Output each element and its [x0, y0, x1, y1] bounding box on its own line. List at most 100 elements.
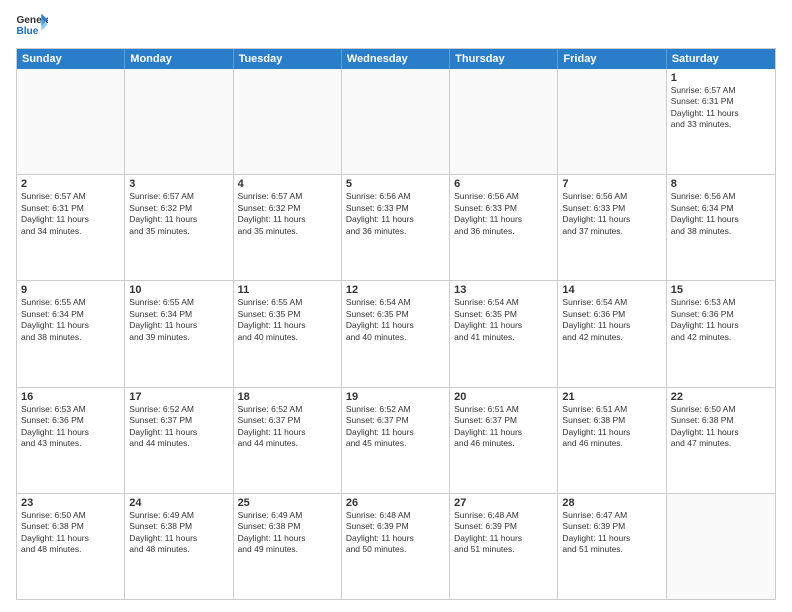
week-row-4: 23Sunrise: 6:50 AM Sunset: 6:38 PM Dayli… — [17, 494, 775, 599]
calendar-cell: 21Sunrise: 6:51 AM Sunset: 6:38 PM Dayli… — [558, 388, 666, 493]
calendar-cell: 27Sunrise: 6:48 AM Sunset: 6:39 PM Dayli… — [450, 494, 558, 599]
cell-day-number: 6 — [454, 178, 553, 190]
cell-info: Sunrise: 6:52 AM Sunset: 6:37 PM Dayligh… — [238, 404, 337, 450]
calendar-cell: 1Sunrise: 6:57 AM Sunset: 6:31 PM Daylig… — [667, 69, 775, 174]
week-row-0: 1Sunrise: 6:57 AM Sunset: 6:31 PM Daylig… — [17, 69, 775, 175]
calendar-cell: 5Sunrise: 6:56 AM Sunset: 6:33 PM Daylig… — [342, 175, 450, 280]
calendar-cell: 25Sunrise: 6:49 AM Sunset: 6:38 PM Dayli… — [234, 494, 342, 599]
cell-day-number: 11 — [238, 284, 337, 296]
cell-day-number: 26 — [346, 497, 445, 509]
calendar-cell: 13Sunrise: 6:54 AM Sunset: 6:35 PM Dayli… — [450, 281, 558, 386]
cell-day-number: 22 — [671, 391, 771, 403]
calendar-cell: 8Sunrise: 6:56 AM Sunset: 6:34 PM Daylig… — [667, 175, 775, 280]
calendar-cell: 17Sunrise: 6:52 AM Sunset: 6:37 PM Dayli… — [125, 388, 233, 493]
cell-info: Sunrise: 6:48 AM Sunset: 6:39 PM Dayligh… — [346, 510, 445, 556]
cell-day-number: 23 — [21, 497, 120, 509]
day-headers: SundayMondayTuesdayWednesdayThursdayFrid… — [17, 49, 775, 69]
cell-info: Sunrise: 6:57 AM Sunset: 6:32 PM Dayligh… — [129, 191, 228, 237]
cell-info: Sunrise: 6:56 AM Sunset: 6:33 PM Dayligh… — [454, 191, 553, 237]
cell-day-number: 17 — [129, 391, 228, 403]
calendar-cell: 26Sunrise: 6:48 AM Sunset: 6:39 PM Dayli… — [342, 494, 450, 599]
calendar-cell: 15Sunrise: 6:53 AM Sunset: 6:36 PM Dayli… — [667, 281, 775, 386]
calendar-cell — [342, 69, 450, 174]
calendar: SundayMondayTuesdayWednesdayThursdayFrid… — [16, 48, 776, 600]
cell-day-number: 28 — [562, 497, 661, 509]
cell-info: Sunrise: 6:55 AM Sunset: 6:35 PM Dayligh… — [238, 297, 337, 343]
cell-day-number: 14 — [562, 284, 661, 296]
calendar-cell: 18Sunrise: 6:52 AM Sunset: 6:37 PM Dayli… — [234, 388, 342, 493]
cell-info: Sunrise: 6:54 AM Sunset: 6:35 PM Dayligh… — [346, 297, 445, 343]
cell-day-number: 3 — [129, 178, 228, 190]
cell-day-number: 10 — [129, 284, 228, 296]
calendar-cell: 16Sunrise: 6:53 AM Sunset: 6:36 PM Dayli… — [17, 388, 125, 493]
calendar-cell — [450, 69, 558, 174]
calendar-cell: 7Sunrise: 6:56 AM Sunset: 6:33 PM Daylig… — [558, 175, 666, 280]
day-header-saturday: Saturday — [667, 49, 775, 69]
day-header-tuesday: Tuesday — [234, 49, 342, 69]
cell-day-number: 18 — [238, 391, 337, 403]
cell-day-number: 25 — [238, 497, 337, 509]
day-header-sunday: Sunday — [17, 49, 125, 69]
cell-info: Sunrise: 6:57 AM Sunset: 6:31 PM Dayligh… — [671, 85, 771, 131]
logo: General Blue — [16, 12, 48, 40]
calendar-cell: 11Sunrise: 6:55 AM Sunset: 6:35 PM Dayli… — [234, 281, 342, 386]
cell-info: Sunrise: 6:55 AM Sunset: 6:34 PM Dayligh… — [21, 297, 120, 343]
calendar-cell: 22Sunrise: 6:50 AM Sunset: 6:38 PM Dayli… — [667, 388, 775, 493]
calendar-cell: 24Sunrise: 6:49 AM Sunset: 6:38 PM Dayli… — [125, 494, 233, 599]
day-header-friday: Friday — [558, 49, 666, 69]
cell-day-number: 8 — [671, 178, 771, 190]
cell-day-number: 13 — [454, 284, 553, 296]
week-row-3: 16Sunrise: 6:53 AM Sunset: 6:36 PM Dayli… — [17, 388, 775, 494]
calendar-cell — [125, 69, 233, 174]
page: General Blue SundayMondayTuesdayWednesda… — [0, 0, 792, 612]
cell-day-number: 7 — [562, 178, 661, 190]
cell-info: Sunrise: 6:50 AM Sunset: 6:38 PM Dayligh… — [671, 404, 771, 450]
calendar-cell — [667, 494, 775, 599]
cell-info: Sunrise: 6:57 AM Sunset: 6:31 PM Dayligh… — [21, 191, 120, 237]
calendar-cell — [234, 69, 342, 174]
calendar-cell: 28Sunrise: 6:47 AM Sunset: 6:39 PM Dayli… — [558, 494, 666, 599]
cell-day-number: 20 — [454, 391, 553, 403]
cell-day-number: 1 — [671, 72, 771, 84]
calendar-cell: 2Sunrise: 6:57 AM Sunset: 6:31 PM Daylig… — [17, 175, 125, 280]
calendar-cell: 14Sunrise: 6:54 AM Sunset: 6:36 PM Dayli… — [558, 281, 666, 386]
calendar-cell: 6Sunrise: 6:56 AM Sunset: 6:33 PM Daylig… — [450, 175, 558, 280]
cell-day-number: 19 — [346, 391, 445, 403]
cell-day-number: 2 — [21, 178, 120, 190]
calendar-cell — [558, 69, 666, 174]
day-header-wednesday: Wednesday — [342, 49, 450, 69]
calendar-cell: 12Sunrise: 6:54 AM Sunset: 6:35 PM Dayli… — [342, 281, 450, 386]
cell-info: Sunrise: 6:51 AM Sunset: 6:37 PM Dayligh… — [454, 404, 553, 450]
cell-info: Sunrise: 6:54 AM Sunset: 6:36 PM Dayligh… — [562, 297, 661, 343]
week-row-1: 2Sunrise: 6:57 AM Sunset: 6:31 PM Daylig… — [17, 175, 775, 281]
cell-info: Sunrise: 6:47 AM Sunset: 6:39 PM Dayligh… — [562, 510, 661, 556]
cell-day-number: 21 — [562, 391, 661, 403]
cell-info: Sunrise: 6:53 AM Sunset: 6:36 PM Dayligh… — [671, 297, 771, 343]
cell-info: Sunrise: 6:53 AM Sunset: 6:36 PM Dayligh… — [21, 404, 120, 450]
week-row-2: 9Sunrise: 6:55 AM Sunset: 6:34 PM Daylig… — [17, 281, 775, 387]
svg-text:Blue: Blue — [16, 26, 38, 37]
cell-day-number: 15 — [671, 284, 771, 296]
cell-info: Sunrise: 6:55 AM Sunset: 6:34 PM Dayligh… — [129, 297, 228, 343]
cell-info: Sunrise: 6:57 AM Sunset: 6:32 PM Dayligh… — [238, 191, 337, 237]
cell-info: Sunrise: 6:54 AM Sunset: 6:35 PM Dayligh… — [454, 297, 553, 343]
cell-info: Sunrise: 6:51 AM Sunset: 6:38 PM Dayligh… — [562, 404, 661, 450]
calendar-cell: 3Sunrise: 6:57 AM Sunset: 6:32 PM Daylig… — [125, 175, 233, 280]
cell-info: Sunrise: 6:56 AM Sunset: 6:33 PM Dayligh… — [562, 191, 661, 237]
cell-day-number: 16 — [21, 391, 120, 403]
cell-info: Sunrise: 6:52 AM Sunset: 6:37 PM Dayligh… — [346, 404, 445, 450]
cell-day-number: 24 — [129, 497, 228, 509]
cell-info: Sunrise: 6:56 AM Sunset: 6:33 PM Dayligh… — [346, 191, 445, 237]
day-header-monday: Monday — [125, 49, 233, 69]
cell-day-number: 9 — [21, 284, 120, 296]
calendar-cell: 20Sunrise: 6:51 AM Sunset: 6:37 PM Dayli… — [450, 388, 558, 493]
cell-info: Sunrise: 6:56 AM Sunset: 6:34 PM Dayligh… — [671, 191, 771, 237]
cell-info: Sunrise: 6:52 AM Sunset: 6:37 PM Dayligh… — [129, 404, 228, 450]
header: General Blue — [16, 12, 776, 40]
calendar-cell: 10Sunrise: 6:55 AM Sunset: 6:34 PM Dayli… — [125, 281, 233, 386]
cell-info: Sunrise: 6:48 AM Sunset: 6:39 PM Dayligh… — [454, 510, 553, 556]
day-header-thursday: Thursday — [450, 49, 558, 69]
cell-day-number: 12 — [346, 284, 445, 296]
cell-day-number: 4 — [238, 178, 337, 190]
cell-info: Sunrise: 6:50 AM Sunset: 6:38 PM Dayligh… — [21, 510, 120, 556]
